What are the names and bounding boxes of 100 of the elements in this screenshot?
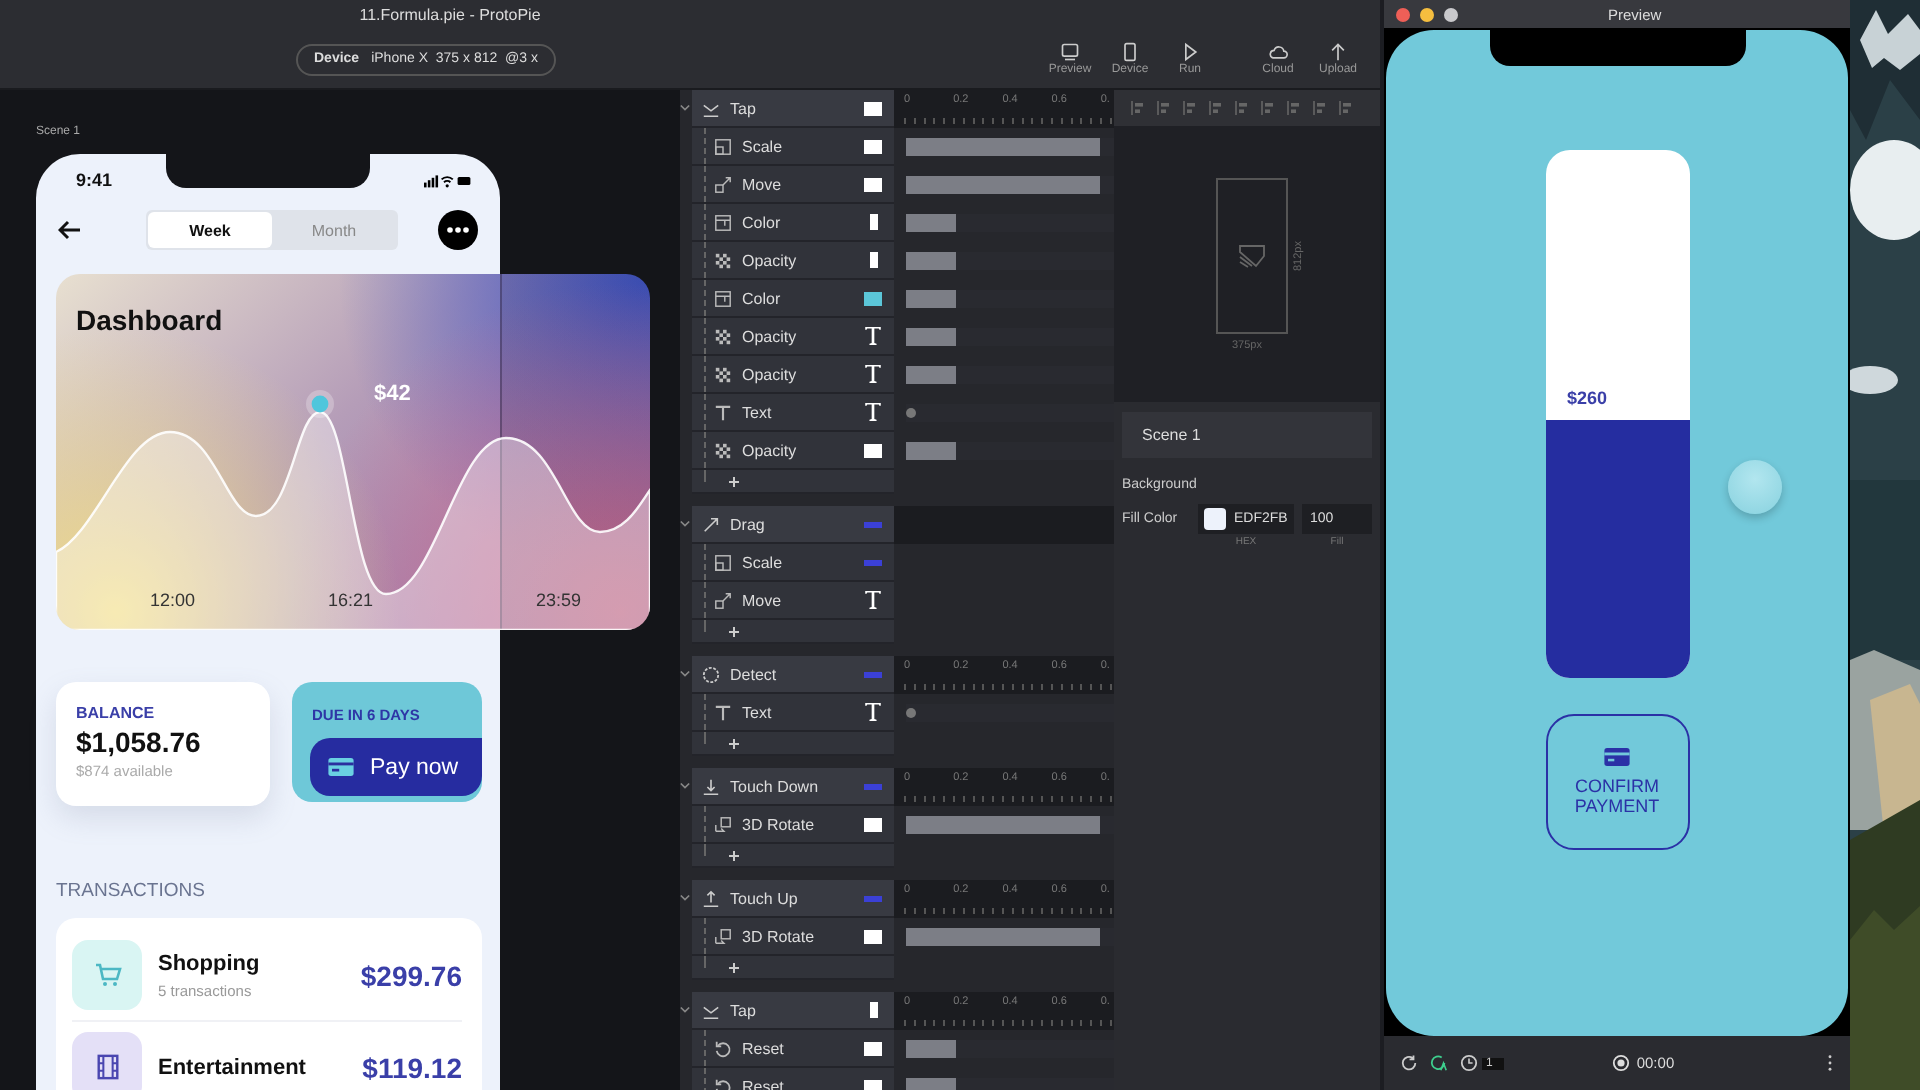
pay-now-button[interactable]: Pay now	[310, 738, 482, 796]
transaction-name: Shopping	[158, 951, 260, 975]
align-icon[interactable]	[1208, 100, 1224, 116]
reload-icon[interactable]	[1400, 1054, 1418, 1072]
align-icon[interactable]	[1286, 100, 1302, 116]
close-dot[interactable]	[1396, 7, 1410, 21]
tap-icon	[702, 1001, 720, 1019]
segment-tab[interactable]: Week	[148, 212, 272, 248]
opacity-icon	[714, 251, 732, 269]
keyframe-dot[interactable]	[906, 408, 916, 418]
scale-icon	[714, 553, 732, 571]
response-item[interactable]: Opacity	[692, 242, 894, 280]
rotate-icon	[714, 815, 732, 833]
upload-icon	[1328, 42, 1348, 62]
response-item[interactable]: Text	[692, 694, 894, 732]
chevron-icon	[680, 104, 690, 112]
color-icon	[714, 289, 732, 307]
diagonal-arrow-icon	[702, 515, 720, 533]
status-icons	[424, 173, 472, 187]
credit-card-icon	[328, 758, 354, 776]
slider-amount: $260	[1567, 387, 1608, 408]
slider-knob[interactable]	[1727, 460, 1781, 514]
add-icon[interactable]	[728, 625, 740, 637]
response-item[interactable]: Text	[692, 394, 894, 432]
more-icon[interactable]	[438, 210, 478, 250]
add-icon[interactable]	[728, 849, 740, 861]
response-item[interactable]: Scale	[692, 128, 894, 166]
point-value: $42	[374, 382, 411, 406]
align-icon[interactable]	[1156, 100, 1172, 116]
scale-icon	[714, 137, 732, 155]
keyframe-dot[interactable]	[906, 708, 916, 718]
credit-card-icon	[1604, 747, 1630, 766]
scene-name-field[interactable]: Scene 1	[1122, 412, 1372, 458]
dashboard-title: Dashboard	[76, 304, 223, 336]
response-item[interactable]: 3D Rotate	[692, 806, 894, 844]
amount-slider[interactable]: $260	[1545, 150, 1689, 678]
reset-icon	[714, 1077, 732, 1090]
response-item[interactable]: Move	[692, 582, 894, 620]
move-icon	[714, 591, 732, 609]
confirm-payment-button[interactable]: CONFIRM PAYMENT	[1545, 714, 1689, 850]
chevron-icon	[680, 1006, 690, 1014]
transaction-amount: $299.76	[360, 959, 462, 991]
balance-amount: $1,058.76	[76, 726, 203, 758]
response-item[interactable]: Opacity	[692, 432, 894, 470]
align-icon[interactable]	[1234, 100, 1250, 116]
window-title: 11.Formula.pie - ProtoPie	[359, 6, 541, 24]
chevron-icon	[680, 670, 690, 678]
transactions-heading: TRANSACTIONS	[56, 880, 207, 902]
response-item[interactable]: Opacity	[692, 356, 894, 394]
back-arrow-icon[interactable]	[58, 220, 82, 240]
color-icon	[714, 213, 732, 231]
align-icon[interactable]	[1182, 100, 1198, 116]
align-icon[interactable]	[1260, 100, 1276, 116]
data-point-icon	[306, 390, 334, 418]
move-icon	[714, 175, 732, 193]
tap-icon	[702, 99, 720, 117]
transaction-name: Entertainment	[158, 1055, 306, 1079]
chevron-icon	[680, 782, 690, 790]
up-arrow-icon	[702, 889, 720, 907]
time-label: 12:00	[150, 590, 196, 610]
monitor-icon	[1060, 42, 1080, 62]
record-icon[interactable]	[1612, 1054, 1631, 1072]
cloud-icon	[1268, 42, 1288, 62]
more-icon[interactable]	[1826, 1054, 1834, 1072]
align-icon[interactable]	[1130, 100, 1146, 116]
text-icon	[714, 703, 732, 721]
reset-icon	[714, 1039, 732, 1057]
rotate-icon	[714, 927, 732, 945]
status-time: 9:41	[76, 170, 113, 190]
align-icon[interactable]	[1312, 100, 1328, 116]
minimize-dot[interactable]	[1420, 7, 1434, 21]
zoom-dot[interactable]	[1444, 7, 1458, 21]
transaction-amount: $119.12	[362, 1051, 462, 1083]
opacity-icon	[714, 365, 732, 383]
balance-label: BALANCE	[76, 704, 157, 722]
response-item[interactable]: Color	[692, 280, 894, 318]
response-item[interactable]: 3D Rotate	[692, 918, 894, 956]
rotate-icon[interactable]	[1430, 1054, 1448, 1072]
dashed-circle-icon	[702, 665, 720, 683]
pie-logo-icon	[1237, 243, 1265, 267]
opacity-icon	[714, 441, 732, 459]
clock-icon[interactable]	[1460, 1054, 1478, 1072]
add-icon[interactable]	[728, 475, 740, 487]
color-swatch	[1204, 508, 1226, 530]
align-icon[interactable]	[1338, 100, 1354, 116]
phone-icon	[1120, 42, 1140, 62]
chevron-icon	[680, 894, 690, 902]
response-item[interactable]: Color	[692, 204, 894, 242]
add-icon[interactable]	[728, 737, 740, 749]
add-icon[interactable]	[728, 961, 740, 973]
response-item[interactable]: Opacity	[692, 318, 894, 356]
response-item[interactable]: Scale	[692, 544, 894, 582]
time-label: 16:21	[328, 590, 374, 610]
response-item[interactable]: Move	[692, 166, 894, 204]
down-arrow-icon	[702, 777, 720, 795]
play-icon	[1180, 42, 1200, 62]
chevron-icon	[680, 520, 690, 528]
time-label: 23:59	[536, 590, 582, 610]
response-item[interactable]: Reset	[692, 1030, 894, 1068]
text-icon	[714, 403, 732, 421]
